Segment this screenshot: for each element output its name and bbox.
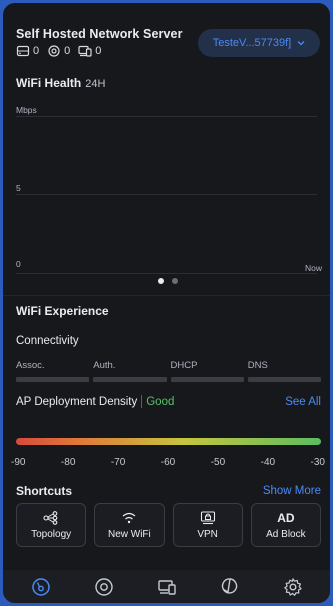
scale-tick: -30 <box>310 457 325 468</box>
shortcut-label: New WiFi <box>107 529 151 540</box>
connectivity-step-dns[interactable]: DNS <box>247 360 321 382</box>
client-devices-icon <box>78 45 92 57</box>
gateway-stat[interactable]: 0 <box>16 45 39 57</box>
tab-clients[interactable] <box>151 575 183 599</box>
shortcut-topology[interactable]: Topology <box>16 503 87 547</box>
chart-unit-label: Mbps <box>16 105 37 115</box>
connectivity-steps: Assoc. Auth. DHCP DNS <box>16 360 321 382</box>
shortcuts-title: Shortcuts <box>16 484 73 498</box>
access-point-count: 0 <box>64 45 71 57</box>
signal-gradient-bar <box>16 438 321 445</box>
ap-density-status: Good <box>146 395 175 408</box>
connectivity-step-bar <box>93 377 167 382</box>
shortcut-vpn[interactable]: VPN <box>172 503 243 547</box>
signal-scale: -90 -80 -70 -60 -50 -40 -30 <box>11 457 325 468</box>
pagination-dot-1[interactable] <box>158 278 164 284</box>
wifi-icon <box>121 510 137 526</box>
shortcut-ad-block[interactable]: AD Ad Block <box>250 503 321 547</box>
tab-devices[interactable] <box>88 575 120 599</box>
ap-density-row: AP Deployment Density Good See All <box>16 395 321 408</box>
chevron-down-icon <box>297 41 305 46</box>
site-selector-value: TesteV...57739f] <box>212 37 292 49</box>
shortcut-label: Topology <box>31 529 72 540</box>
ap-density-separator <box>141 395 143 408</box>
chart-y-tick-5: 5 <box>16 183 21 193</box>
dashboard-icon <box>31 577 50 596</box>
scale-tick: -40 <box>260 457 276 468</box>
connectivity-step-assoc[interactable]: Assoc. <box>16 360 90 382</box>
insights-icon <box>221 577 237 594</box>
tab-dashboard[interactable] <box>25 575 57 599</box>
clients-icon <box>157 579 176 595</box>
scale-tick: -70 <box>110 457 126 468</box>
connectivity-step-label: Auth. <box>93 360 116 371</box>
tab-insights[interactable] <box>214 575 246 599</box>
connectivity-step-label: DHCP <box>170 360 198 371</box>
connectivity-step-dhcp[interactable]: DHCP <box>170 360 244 382</box>
scale-tick: -80 <box>60 457 76 468</box>
page-title: Self Hosted Network Server <box>16 27 183 41</box>
scale-tick: -50 <box>210 457 226 468</box>
bottom-tab-bar <box>3 570 330 603</box>
show-more-link[interactable]: Show More <box>263 485 321 497</box>
connectivity-step-bar <box>247 377 321 382</box>
wifi-health-title: WiFi Health 24H <box>16 76 105 90</box>
section-divider <box>3 295 330 296</box>
connectivity-step-bar <box>170 377 244 382</box>
vpn-icon <box>200 510 216 526</box>
chart-gridline-top <box>16 116 317 117</box>
ap-density-label: AP Deployment Density <box>16 395 138 408</box>
access-point-stat[interactable]: 0 <box>47 45 70 57</box>
connectivity-step-label: DNS <box>247 360 268 371</box>
client-devices-count: 0 <box>95 45 102 57</box>
ad-block-icon: AD <box>277 511 295 525</box>
chart-gridline-mid <box>16 194 317 195</box>
scale-tick: -60 <box>160 457 176 468</box>
gateway-count: 0 <box>33 45 40 57</box>
devices-icon <box>94 577 113 596</box>
gateway-icon <box>16 45 30 57</box>
chart-pagination[interactable] <box>158 278 178 284</box>
shortcuts-header: Shortcuts Show More <box>16 484 321 498</box>
pagination-dot-2[interactable] <box>172 278 178 284</box>
shortcut-tiles: Topology New WiFi VPN AD Ad Block <box>16 503 321 547</box>
wifi-health-range: 24H <box>85 78 106 90</box>
shortcut-label: Ad Block <box>266 529 306 540</box>
chart-y-tick-0: 0 <box>16 259 21 269</box>
connectivity-title: Connectivity <box>16 335 79 347</box>
wifi-experience-title: WiFi Experience <box>16 304 109 318</box>
chart-gridline-bottom <box>16 273 317 274</box>
connectivity-step-auth[interactable]: Auth. <box>93 360 167 382</box>
device-stats: 0 0 0 <box>16 45 101 57</box>
site-selector[interactable]: TesteV...57739f] <box>198 29 320 57</box>
tab-settings[interactable] <box>277 575 309 599</box>
access-point-icon <box>48 45 60 57</box>
shortcut-new-wifi[interactable]: New WiFi <box>94 503 165 547</box>
app-screen: Self Hosted Network Server 0 0 0 TesteV.… <box>3 3 330 603</box>
shortcut-label: VPN <box>197 529 218 540</box>
topology-icon <box>43 510 59 526</box>
see-all-link[interactable]: See All <box>285 396 321 408</box>
connectivity-step-bar <box>16 377 90 382</box>
settings-icon <box>283 577 302 596</box>
chart-x-now-label: Now <box>304 263 322 273</box>
client-devices-stat[interactable]: 0 <box>78 45 101 57</box>
wifi-health-label: WiFi Health <box>16 76 82 90</box>
connectivity-step-label: Assoc. <box>16 360 45 371</box>
scale-tick: -90 <box>11 457 26 468</box>
